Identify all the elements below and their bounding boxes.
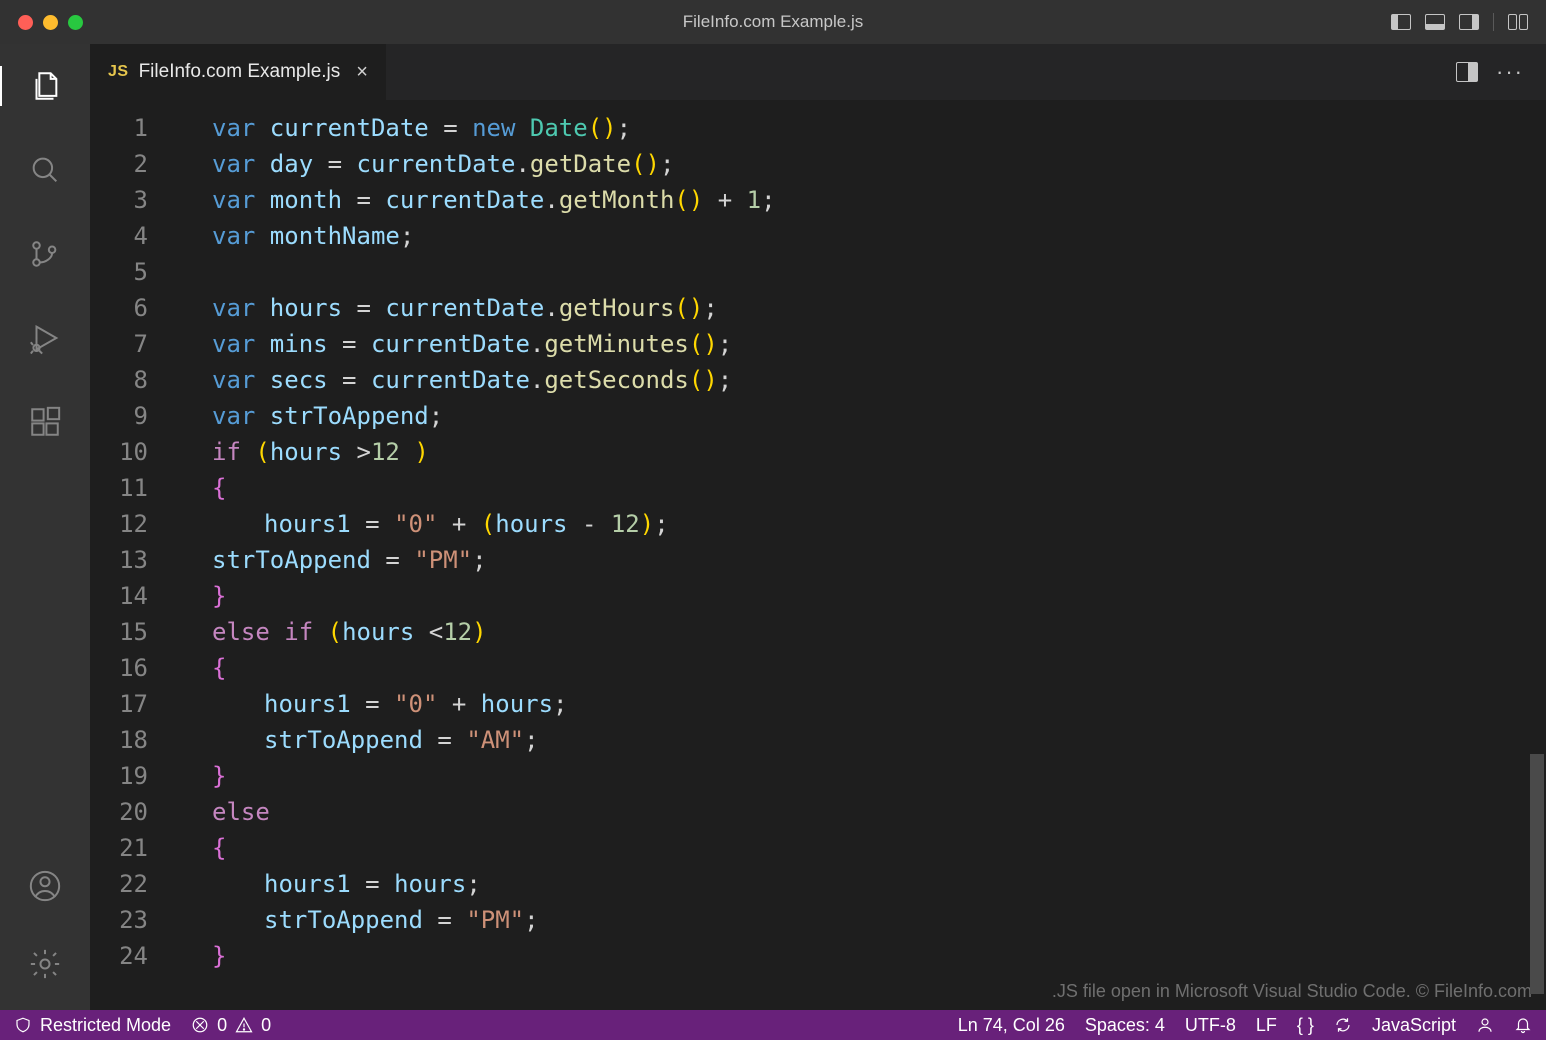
encoding-button[interactable]: UTF-8 bbox=[1185, 1015, 1236, 1036]
code-line[interactable]: hours1 = "0" + (hours - 12); bbox=[212, 506, 1546, 542]
close-tab-icon[interactable]: × bbox=[356, 61, 368, 84]
more-actions-icon[interactable]: ··· bbox=[1496, 59, 1524, 85]
activity-bar bbox=[0, 44, 90, 1010]
editor-area: JS FileInfo.com Example.js × ··· 1234567… bbox=[90, 44, 1546, 1010]
tab-filename: FileInfo.com Example.js bbox=[139, 61, 341, 83]
code-line[interactable]: strToAppend = "AM"; bbox=[212, 722, 1546, 758]
line-number: 23 bbox=[90, 902, 178, 938]
cursor-position[interactable]: Ln 74, Col 26 bbox=[958, 1015, 1065, 1036]
minimize-window-button[interactable] bbox=[43, 15, 58, 30]
split-editor-icon[interactable] bbox=[1456, 62, 1478, 82]
indentation-button[interactable]: Spaces: 4 bbox=[1085, 1015, 1165, 1036]
code-line[interactable]: else bbox=[212, 794, 1546, 830]
titlebar: FileInfo.com Example.js bbox=[0, 0, 1546, 44]
line-number: 21 bbox=[90, 830, 178, 866]
tabs-row: JS FileInfo.com Example.js × ··· bbox=[90, 44, 1546, 100]
window-controls bbox=[18, 15, 83, 30]
code-line[interactable]: strToAppend = "PM"; bbox=[212, 902, 1546, 938]
line-number: 11 bbox=[90, 470, 178, 506]
line-number: 3 bbox=[90, 182, 178, 218]
code-line[interactable]: hours1 = hours; bbox=[212, 866, 1546, 902]
code-line[interactable]: strToAppend = "PM"; bbox=[212, 542, 1546, 578]
code-line[interactable]: { bbox=[212, 830, 1546, 866]
toggle-secondary-sidebar-icon[interactable] bbox=[1459, 14, 1479, 30]
ports-sync-icon[interactable] bbox=[1334, 1016, 1352, 1034]
editor-actions: ··· bbox=[1456, 44, 1546, 100]
scrollbar-thumb[interactable] bbox=[1530, 754, 1544, 994]
code-line[interactable]: hours1 = "0" + hours; bbox=[212, 686, 1546, 722]
vertical-scrollbar[interactable] bbox=[1528, 100, 1546, 1010]
bracket-button[interactable]: { } bbox=[1297, 1015, 1314, 1036]
code-content[interactable]: var currentDate = new Date();var day = c… bbox=[178, 100, 1546, 1010]
code-line[interactable]: var day = currentDate.getDate(); bbox=[212, 146, 1546, 182]
line-number: 10 bbox=[90, 434, 178, 470]
code-line[interactable]: { bbox=[212, 650, 1546, 686]
code-line[interactable]: var currentDate = new Date(); bbox=[212, 110, 1546, 146]
code-line[interactable]: var month = currentDate.getMonth() + 1; bbox=[212, 182, 1546, 218]
accounts-icon[interactable] bbox=[0, 858, 90, 914]
feedback-icon[interactable] bbox=[1476, 1016, 1494, 1034]
toggle-panel-icon[interactable] bbox=[1425, 14, 1445, 30]
restricted-mode-label: Restricted Mode bbox=[40, 1015, 171, 1036]
maximize-window-button[interactable] bbox=[68, 15, 83, 30]
line-number: 22 bbox=[90, 866, 178, 902]
code-line[interactable]: var strToAppend; bbox=[212, 398, 1546, 434]
line-number: 2 bbox=[90, 146, 178, 182]
line-number: 16 bbox=[90, 650, 178, 686]
separator bbox=[1493, 13, 1494, 31]
watermark-text: .JS file open in Microsoft Visual Studio… bbox=[1052, 981, 1532, 1002]
error-count: 0 bbox=[217, 1015, 227, 1036]
titlebar-layout-controls bbox=[1391, 13, 1528, 31]
code-line[interactable]: var secs = currentDate.getSeconds(); bbox=[212, 362, 1546, 398]
code-line[interactable]: else if (hours <12) bbox=[212, 614, 1546, 650]
run-debug-icon[interactable] bbox=[0, 310, 90, 366]
extensions-icon[interactable] bbox=[0, 394, 90, 450]
settings-gear-icon[interactable] bbox=[0, 936, 90, 992]
line-number-gutter: 123456789101112131415161718192021222324 bbox=[90, 100, 178, 1010]
eol-button[interactable]: LF bbox=[1256, 1015, 1277, 1036]
code-line[interactable]: } bbox=[212, 758, 1546, 794]
line-number: 18 bbox=[90, 722, 178, 758]
code-line[interactable]: } bbox=[212, 938, 1546, 974]
code-editor[interactable]: 123456789101112131415161718192021222324 … bbox=[90, 100, 1546, 1010]
warning-count: 0 bbox=[261, 1015, 271, 1036]
restricted-mode-button[interactable]: Restricted Mode bbox=[14, 1015, 171, 1036]
editor-tab[interactable]: JS FileInfo.com Example.js × bbox=[90, 44, 387, 100]
code-line[interactable]: var hours = currentDate.getHours(); bbox=[212, 290, 1546, 326]
line-number: 4 bbox=[90, 218, 178, 254]
line-number: 19 bbox=[90, 758, 178, 794]
language-mode-button[interactable]: JavaScript bbox=[1372, 1015, 1456, 1036]
line-number: 7 bbox=[90, 326, 178, 362]
code-line[interactable]: var monthName; bbox=[212, 218, 1546, 254]
line-number: 5 bbox=[90, 254, 178, 290]
code-line[interactable]: { bbox=[212, 470, 1546, 506]
line-number: 8 bbox=[90, 362, 178, 398]
line-number: 9 bbox=[90, 398, 178, 434]
code-line[interactable]: if (hours >12 ) bbox=[212, 434, 1546, 470]
line-number: 1 bbox=[90, 110, 178, 146]
search-icon[interactable] bbox=[0, 142, 90, 198]
line-number: 13 bbox=[90, 542, 178, 578]
problems-button[interactable]: 0 0 bbox=[191, 1015, 271, 1036]
line-number: 6 bbox=[90, 290, 178, 326]
customize-layout-icon[interactable] bbox=[1508, 14, 1528, 30]
line-number: 15 bbox=[90, 614, 178, 650]
line-number: 14 bbox=[90, 578, 178, 614]
notifications-bell-icon[interactable] bbox=[1514, 1016, 1532, 1034]
js-file-icon: JS bbox=[108, 63, 129, 81]
explorer-icon[interactable] bbox=[0, 58, 90, 114]
close-window-button[interactable] bbox=[18, 15, 33, 30]
source-control-icon[interactable] bbox=[0, 226, 90, 282]
code-line[interactable]: var mins = currentDate.getMinutes(); bbox=[212, 326, 1546, 362]
status-bar: Restricted Mode 0 0 Ln 74, Col 26 Spaces… bbox=[0, 1010, 1546, 1040]
line-number: 24 bbox=[90, 938, 178, 974]
line-number: 12 bbox=[90, 506, 178, 542]
code-line[interactable]: } bbox=[212, 578, 1546, 614]
toggle-primary-sidebar-icon[interactable] bbox=[1391, 14, 1411, 30]
line-number: 20 bbox=[90, 794, 178, 830]
code-line[interactable] bbox=[212, 254, 1546, 290]
line-number: 17 bbox=[90, 686, 178, 722]
window-title: FileInfo.com Example.js bbox=[683, 12, 863, 32]
